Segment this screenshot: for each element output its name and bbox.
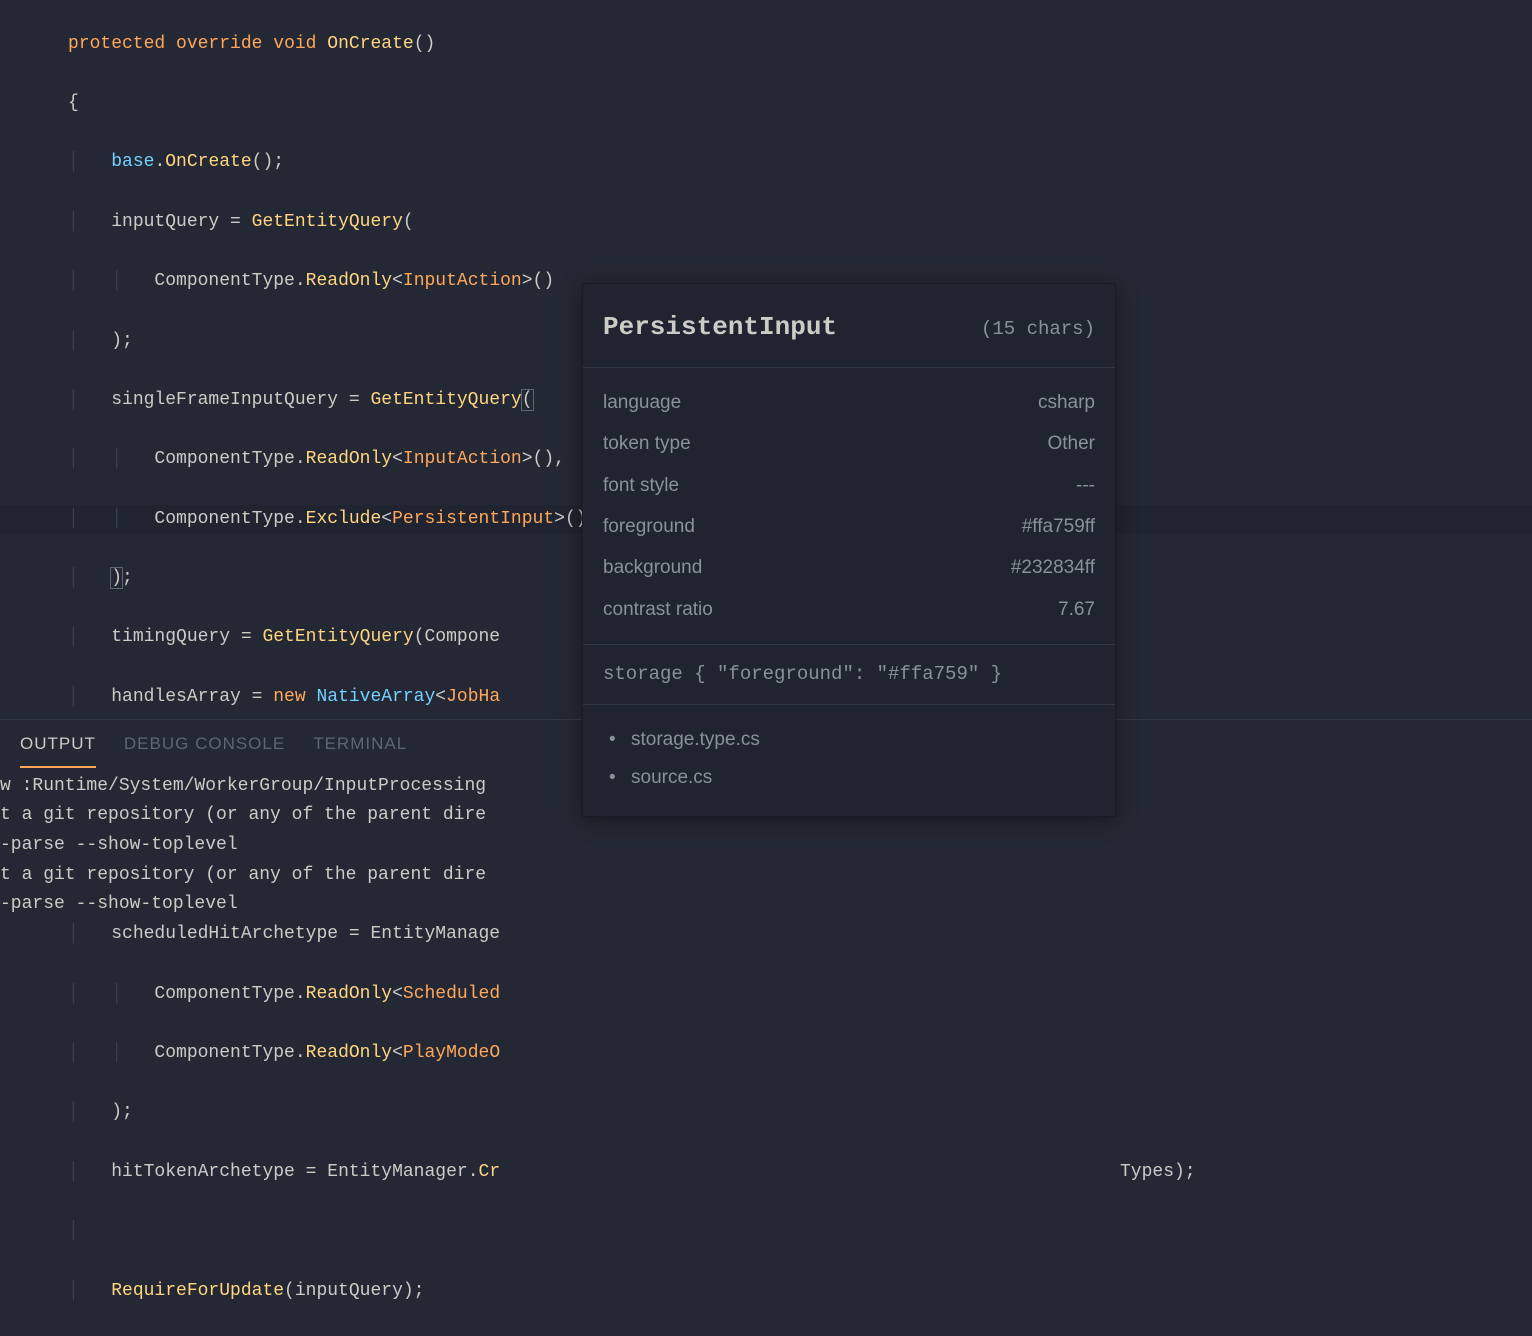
code-line[interactable]: protected override void OnCreate(): [0, 30, 1532, 60]
brace: {: [68, 93, 79, 113]
tooltip-row-contrast: contrast ratio7.67: [603, 589, 1095, 630]
code-line[interactable]: │ hitTokenArchetype = EntityManager.CrTy…: [0, 1158, 1532, 1188]
paren-match: (: [521, 389, 534, 411]
tooltip-scope-item: source.cs: [631, 759, 1095, 796]
tooltip-properties: languagecsharp token typeOther font styl…: [583, 368, 1115, 645]
code-line[interactable]: │ │ ComponentType.ReadOnly<Scheduled: [0, 980, 1532, 1010]
token-inspector-tooltip: PersistentInput (15 chars) languagecshar…: [582, 283, 1116, 817]
tooltip-char-count: (15 chars): [981, 314, 1095, 345]
method-name: OnCreate: [327, 34, 413, 54]
code-line[interactable]: │ │ ComponentType.ReadOnly<PlayModeO: [0, 1039, 1532, 1069]
code-line[interactable]: │ RequireForUpdate(inputQuery);: [0, 1277, 1532, 1307]
tab-terminal[interactable]: TERMINAL: [313, 730, 407, 768]
keyword: protected: [68, 34, 165, 54]
tooltip-row-foreground: foreground#ffa759ff: [603, 506, 1095, 547]
code-line[interactable]: │ base.OnCreate();: [0, 148, 1532, 178]
code-line[interactable]: {: [0, 89, 1532, 119]
keyword: override: [176, 34, 262, 54]
tooltip-row-language: languagecsharp: [603, 382, 1095, 423]
output-line: -parse --show-toplevel: [0, 831, 1532, 861]
punct: (): [414, 34, 436, 54]
tooltip-scope-list: storage.type.cs source.cs: [583, 705, 1115, 816]
tooltip-scope-item: storage.type.cs: [631, 721, 1095, 758]
code-line[interactable]: │: [0, 1217, 1532, 1247]
tooltip-row-font-style: font style---: [603, 465, 1095, 506]
code-line[interactable]: │ );: [0, 1098, 1532, 1128]
output-line: -parse --show-toplevel: [0, 890, 1532, 920]
tooltip-title: PersistentInput: [603, 306, 837, 349]
output-line: t a git repository (or any of the parent…: [0, 861, 1532, 891]
tooltip-header: PersistentInput (15 chars): [583, 284, 1115, 368]
base: base: [111, 152, 154, 172]
tooltip-row-token-type: token typeOther: [603, 423, 1095, 464]
tooltip-scope-rule: storage { "foreground": "#ffa759" }: [583, 645, 1115, 705]
tab-output[interactable]: OUTPUT: [20, 730, 96, 768]
keyword: void: [273, 34, 316, 54]
tooltip-row-background: background#232834ff: [603, 547, 1095, 588]
tab-debug-console[interactable]: DEBUG CONSOLE: [124, 730, 285, 768]
hovered-token: PersistentInput: [392, 509, 554, 529]
code-line[interactable]: │ inputQuery = GetEntityQuery(: [0, 208, 1532, 238]
code-line[interactable]: │ scheduledHitArchetype = EntityManage: [0, 920, 1532, 950]
